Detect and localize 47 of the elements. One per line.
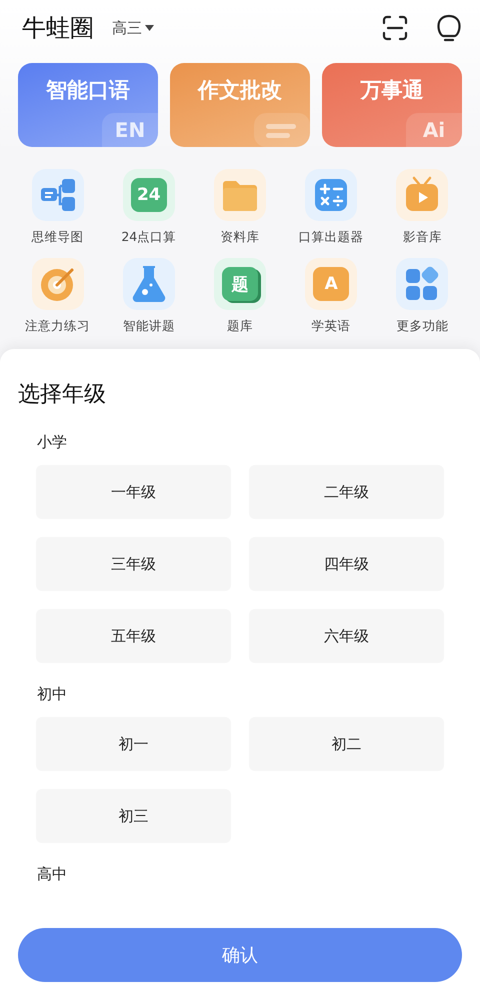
tool-item[interactable]: 思维导图: [12, 169, 104, 246]
app-title: 牛蛙圈: [22, 13, 94, 44]
tool-item[interactable]: 资料库: [194, 169, 286, 246]
grade-option[interactable]: 初一: [36, 717, 231, 771]
caret-icon: [145, 25, 154, 31]
scan-icon[interactable]: [382, 15, 408, 41]
tool-item[interactable]: A 学英语: [286, 258, 377, 335]
grade-option[interactable]: 一年级: [36, 465, 231, 519]
grade-option[interactable]: 五年级: [36, 609, 231, 663]
tool-label: 口算出题器: [298, 229, 364, 246]
card-label: 智能口语: [46, 77, 130, 104]
tool-label: 智能讲题: [122, 318, 175, 335]
grade-option[interactable]: 初三: [36, 789, 231, 843]
section-heading: 高中: [36, 865, 68, 884]
section-heading: 小学: [36, 433, 68, 452]
tool-item[interactable]: 24 24点口算: [103, 169, 194, 246]
tool-label: 题库: [226, 318, 253, 335]
card-label: 万事通: [360, 77, 424, 104]
tool-label: 影音库: [402, 229, 442, 246]
grade-option[interactable]: 三年级: [36, 537, 231, 591]
card-badge: EN: [102, 113, 158, 147]
card-badge: Ai: [406, 113, 462, 147]
grade-option[interactable]: 初二: [249, 717, 444, 771]
letter-icon: A: [313, 267, 350, 301]
message-icon[interactable]: [436, 14, 462, 42]
tool-label: 24点口算: [121, 229, 176, 246]
tool-label: 注意力练习: [25, 318, 90, 335]
grade-option[interactable]: 六年级: [249, 609, 444, 663]
tool-item[interactable]: 更多功能: [376, 258, 468, 335]
grade-option[interactable]: 四年级: [249, 537, 444, 591]
tool-label: 资料库: [220, 229, 260, 246]
grade-option[interactable]: 二年级: [249, 465, 444, 519]
tool-label: 更多功能: [396, 318, 448, 335]
question-book-icon: 题: [222, 267, 258, 301]
tool-label: 思维导图: [32, 229, 84, 246]
grade-dropdown[interactable]: 高三: [112, 18, 154, 38]
tool-item[interactable]: 题 题库: [194, 258, 286, 335]
tool-item[interactable]: 口算出题器: [286, 169, 377, 246]
tool-item[interactable]: 影音库: [376, 169, 468, 246]
tool-label: 学英语: [312, 318, 351, 335]
calc-icon: 24: [130, 178, 167, 212]
tool-item[interactable]: 智能讲题: [103, 258, 194, 335]
card-label: 作文批改: [198, 77, 282, 104]
sheet-title: 选择年级: [18, 381, 107, 409]
tool-item[interactable]: 注意力练习: [12, 258, 104, 335]
lines-icon: [254, 113, 310, 147]
section-heading: 初中: [36, 685, 68, 704]
